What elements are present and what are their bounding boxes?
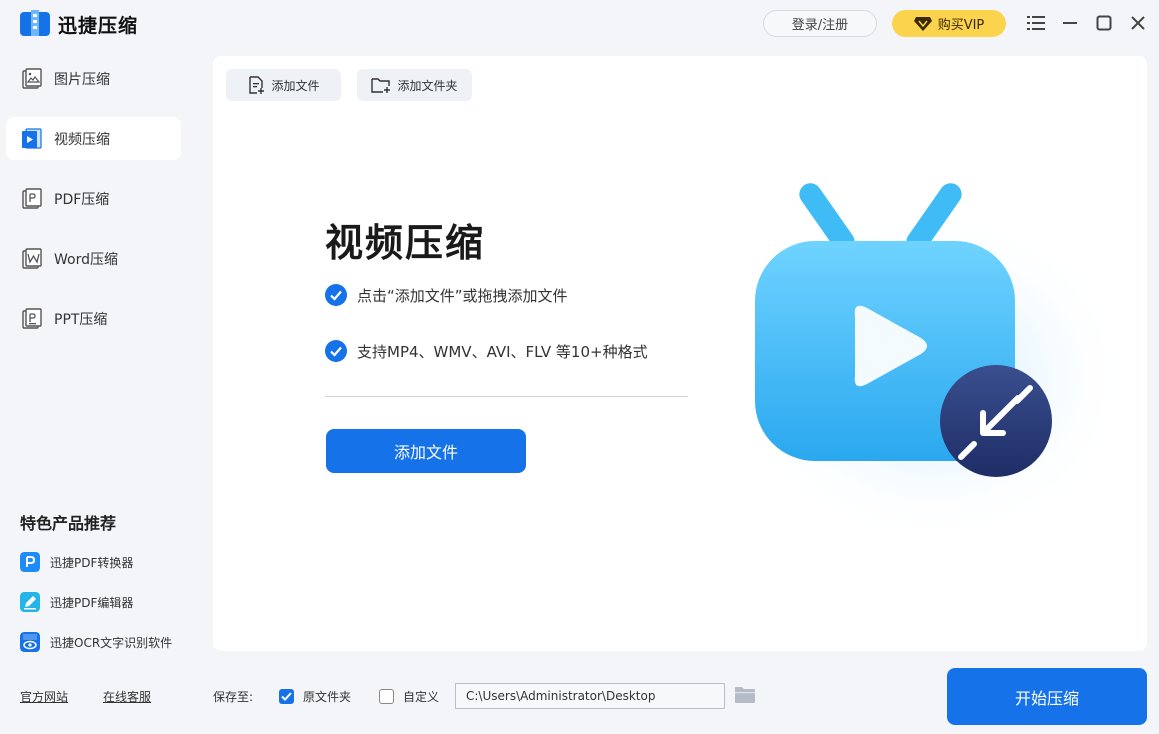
page-title: 视频压缩	[325, 221, 486, 265]
video-icon	[22, 127, 42, 149]
custom-folder-label: 自定义	[403, 690, 440, 704]
main-panel: 添加文件 添加文件夹 视频压缩 点击“添加文件”或拖拽添加文件 支持MP4、WM…	[213, 56, 1147, 651]
feature-line-1: 点击“添加文件”或拖拽添加文件	[325, 284, 568, 306]
check-circle-icon	[325, 284, 347, 306]
pdf-editor-icon	[20, 592, 40, 612]
minimize-icon[interactable]	[1060, 13, 1080, 33]
menu-icon[interactable]	[1026, 13, 1046, 33]
sidebar-item-label: PPT压缩	[54, 311, 108, 328]
login-register-button[interactable]: 登录/注册	[763, 10, 877, 37]
divider	[325, 396, 688, 397]
online-support-link[interactable]: 在线客服	[103, 688, 151, 705]
app-logo-icon	[20, 10, 50, 36]
featured-label: 迅捷PDF转换器	[50, 555, 134, 570]
sidebar-item-label: Word压缩	[54, 251, 118, 268]
featured-label: 迅捷PDF编辑器	[50, 595, 134, 610]
sidebar-item-label: PDF压缩	[54, 191, 110, 208]
sidebar-item-label: 图片压缩	[54, 71, 110, 88]
start-compress-button[interactable]: 开始压缩	[947, 668, 1147, 725]
custom-folder-checkbox[interactable]	[379, 689, 394, 704]
save-path-input[interactable]	[455, 683, 725, 709]
save-to-label: 保存至:	[213, 690, 254, 704]
add-file-label: 添加文件	[271, 78, 320, 93]
app-title: 迅捷压缩	[58, 15, 139, 37]
featured-ocr[interactable]: 迅捷OCR文字识别软件	[20, 631, 172, 653]
add-file-button[interactable]: 添加文件	[326, 429, 526, 473]
video-compress-illustration-icon	[733, 183, 1133, 546]
featured-label: 迅捷OCR文字识别软件	[50, 635, 173, 650]
diamond-icon	[913, 16, 932, 31]
sidebar-item-word[interactable]: Word压缩	[6, 237, 181, 280]
folder-icon[interactable]	[735, 686, 755, 704]
sidebar-item-ppt[interactable]: PPT压缩	[6, 297, 181, 340]
image-icon	[22, 67, 42, 89]
title-bar: 迅捷压缩 登录/注册 购买VIP	[0, 0, 1159, 46]
word-icon	[22, 247, 42, 269]
feature-text: 点击“添加文件”或拖拽添加文件	[357, 286, 568, 305]
maximize-icon[interactable]	[1094, 13, 1114, 33]
buy-vip-button[interactable]: 购买VIP	[892, 10, 1006, 37]
add-folder-icon	[371, 78, 391, 93]
featured-pdf-editor[interactable]: 迅捷PDF编辑器	[20, 591, 133, 613]
feature-text: 支持MP4、WMV、AVI、FLV 等10+种格式	[357, 342, 648, 361]
sidebar-item-image[interactable]: 图片压缩	[6, 57, 181, 100]
ocr-icon	[20, 632, 40, 652]
ppt-icon	[22, 307, 42, 329]
sidebar-item-pdf[interactable]: PDF压缩	[6, 177, 181, 220]
close-icon[interactable]	[1128, 13, 1148, 33]
original-folder-checkbox[interactable]	[279, 689, 294, 704]
featured-products-title: 特色产品推荐	[20, 514, 117, 533]
pdf-icon	[22, 187, 42, 209]
pdf-converter-icon	[20, 552, 40, 572]
add-file-toolbar-button[interactable]: 添加文件	[226, 69, 341, 101]
original-folder-label: 原文件夹	[303, 690, 352, 704]
sidebar-item-label: 视频压缩	[54, 131, 110, 148]
check-circle-icon	[325, 340, 347, 362]
sidebar-item-video[interactable]: 视频压缩	[6, 117, 181, 160]
checkmark-icon	[281, 692, 292, 701]
vip-label: 购买VIP	[937, 18, 985, 33]
add-folder-label: 添加文件夹	[397, 78, 458, 93]
add-folder-toolbar-button[interactable]: 添加文件夹	[357, 69, 472, 101]
featured-pdf-converter[interactable]: 迅捷PDF转换器	[20, 551, 133, 573]
add-file-icon	[249, 76, 265, 94]
official-website-link[interactable]: 官方网站	[20, 688, 68, 705]
feature-line-2: 支持MP4、WMV、AVI、FLV 等10+种格式	[325, 340, 648, 362]
